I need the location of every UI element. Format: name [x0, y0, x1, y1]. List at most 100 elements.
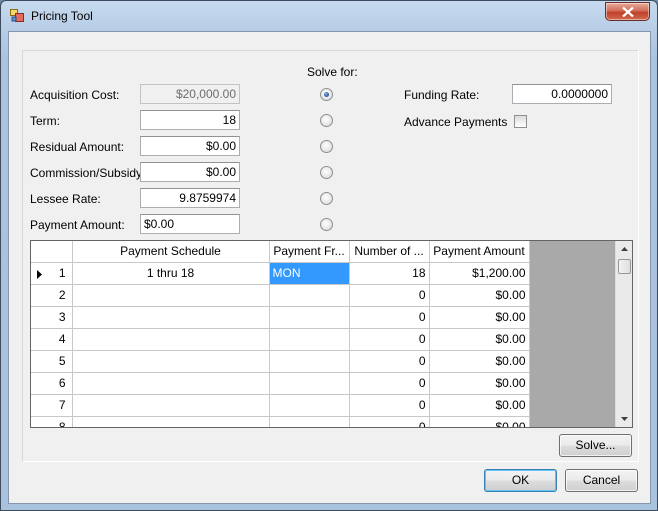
- payment-amount-cell[interactable]: $0.00: [429, 350, 530, 373]
- payment-amount-cell[interactable]: $0.00: [429, 284, 530, 307]
- payment-schedule-cell[interactable]: [72, 350, 270, 373]
- lessee-rate-label: Lessee Rate:: [30, 192, 101, 206]
- cancel-button[interactable]: Cancel: [565, 469, 638, 492]
- scroll-up-arrow-icon: [621, 247, 628, 251]
- column-header-payment-schedule[interactable]: Payment Schedule: [72, 241, 270, 263]
- funding-rate-label: Funding Rate:: [404, 88, 480, 102]
- row-number: 5: [58, 354, 66, 368]
- commission-subsidy-field[interactable]: $0.00: [140, 162, 240, 182]
- scroll-up-button[interactable]: [616, 241, 632, 258]
- pricing-tool-window: Pricing Tool Solve for: Acquisition Cost…: [0, 0, 658, 511]
- row-header[interactable]: 4: [31, 328, 73, 351]
- table-row[interactable]: 1 1 thru 18 MON 18 $1,200.00: [31, 262, 530, 285]
- payment-amount-cell[interactable]: $1,200.00: [429, 262, 530, 285]
- table-row[interactable]: 4 0 $0.00: [31, 328, 530, 351]
- column-header-payment-amount[interactable]: Payment Amount: [429, 241, 530, 263]
- residual-amount-field[interactable]: $0.00: [140, 136, 240, 156]
- number-of-payments-cell[interactable]: 18: [349, 262, 430, 285]
- solve-for-lessee-rate-radio[interactable]: [320, 192, 333, 205]
- row-header[interactable]: 3: [31, 306, 73, 329]
- row-number: 2: [58, 288, 66, 302]
- table-row[interactable]: 5 0 $0.00: [31, 350, 530, 373]
- payment-schedule-grid[interactable]: Payment Schedule Payment Fr... Number of…: [30, 240, 633, 428]
- table-row[interactable]: 2 0 $0.00: [31, 284, 530, 307]
- number-of-payments-cell[interactable]: 0: [349, 394, 430, 417]
- scroll-down-button[interactable]: [616, 410, 632, 427]
- payment-frequency-cell[interactable]: MON: [269, 262, 350, 285]
- number-of-payments-cell[interactable]: 0: [349, 350, 430, 373]
- payment-frequency-cell[interactable]: [269, 350, 350, 373]
- payment-frequency-cell[interactable]: [269, 394, 350, 417]
- row-header[interactable]: 1: [31, 262, 73, 285]
- number-of-payments-cell[interactable]: 0: [349, 284, 430, 307]
- solve-for-residual-amount-radio[interactable]: [320, 140, 333, 153]
- term-label: Term:: [30, 114, 60, 128]
- scroll-down-arrow-icon: [621, 417, 628, 421]
- payment-schedule-cell[interactable]: [72, 372, 270, 395]
- column-header-number-of-payments[interactable]: Number of ...: [349, 241, 430, 263]
- payment-frequency-cell[interactable]: [269, 328, 350, 351]
- payment-amount-label: Payment Amount:: [30, 218, 125, 232]
- payment-frequency-cell[interactable]: [269, 416, 350, 427]
- advance-payments-checkbox[interactable]: [514, 115, 527, 128]
- row-header[interactable]: 6: [31, 372, 73, 395]
- payment-amount-cell[interactable]: $0.00: [429, 394, 530, 417]
- acquisition-cost-label: Acquisition Cost:: [30, 88, 120, 102]
- payment-frequency-cell[interactable]: [269, 306, 350, 329]
- solve-for-acquisition-cost-radio[interactable]: [320, 88, 333, 101]
- current-row-arrow-icon: [37, 269, 42, 279]
- commission-subsidy-label: Commission/Subsidy:: [30, 166, 146, 180]
- lessee-rate-field[interactable]: 9.8759974: [140, 188, 240, 208]
- row-number: 1: [58, 266, 66, 280]
- table-row[interactable]: 6 0 $0.00: [31, 372, 530, 395]
- row-header[interactable]: 5: [31, 350, 73, 373]
- payment-schedule-cell[interactable]: 1 thru 18: [72, 262, 270, 285]
- row-number: 7: [58, 398, 66, 412]
- number-of-payments-cell[interactable]: 0: [349, 372, 430, 395]
- term-field[interactable]: 18: [140, 110, 240, 130]
- window-title: Pricing Tool: [31, 9, 93, 23]
- row-header[interactable]: 7: [31, 394, 73, 417]
- payment-schedule-cell[interactable]: [72, 306, 270, 329]
- payment-schedule-cell[interactable]: [72, 394, 270, 417]
- payment-schedule-cell[interactable]: [72, 416, 270, 427]
- advance-payments-label: Advance Payments: [404, 115, 508, 129]
- row-header-corner[interactable]: [31, 241, 73, 263]
- table-row[interactable]: 3 0 $0.00: [31, 306, 530, 329]
- payment-amount-cell[interactable]: $0.00: [429, 328, 530, 351]
- close-icon: [622, 7, 634, 17]
- payment-amount-cell[interactable]: $0.00: [429, 372, 530, 395]
- solve-for-payment-amount-radio[interactable]: [320, 218, 333, 231]
- table-row[interactable]: 7 0 $0.00: [31, 394, 530, 417]
- funding-rate-field[interactable]: 0.0000000: [512, 84, 612, 104]
- payment-frequency-cell[interactable]: [269, 284, 350, 307]
- row-number: 8: [58, 420, 66, 428]
- row-number: 4: [58, 332, 66, 346]
- payment-schedule-cell[interactable]: [72, 328, 270, 351]
- row-header[interactable]: 2: [31, 284, 73, 307]
- payment-frequency-cell[interactable]: [269, 372, 350, 395]
- close-button[interactable]: [605, 2, 650, 21]
- scroll-thumb[interactable]: [618, 259, 631, 274]
- title-bar[interactable]: Pricing Tool: [1, 1, 657, 31]
- grid-header-row: Payment Schedule Payment Fr... Number of…: [31, 241, 530, 263]
- row-number: 6: [58, 376, 66, 390]
- column-header-payment-frequency[interactable]: Payment Fr...: [269, 241, 350, 263]
- solve-for-commission-subsidy-radio[interactable]: [320, 166, 333, 179]
- payment-amount-cell[interactable]: $0.00: [429, 416, 530, 427]
- grid-vertical-scrollbar[interactable]: [615, 241, 632, 427]
- solve-button[interactable]: Solve...: [559, 434, 632, 457]
- row-header[interactable]: 8: [31, 416, 73, 428]
- ok-button[interactable]: OK: [484, 469, 557, 492]
- solve-for-term-radio[interactable]: [320, 114, 333, 127]
- acquisition-cost-field[interactable]: $20,000.00: [140, 84, 240, 104]
- number-of-payments-cell[interactable]: 0: [349, 306, 430, 329]
- payment-schedule-cell[interactable]: [72, 284, 270, 307]
- number-of-payments-cell[interactable]: 0: [349, 416, 430, 427]
- table-row[interactable]: 8 0 $0.00: [31, 416, 530, 428]
- number-of-payments-cell[interactable]: 0: [349, 328, 430, 351]
- solve-for-label: Solve for:: [307, 65, 358, 79]
- payment-amount-field[interactable]: $0.00: [140, 214, 240, 234]
- app-icon: [10, 9, 24, 22]
- payment-amount-cell[interactable]: $0.00: [429, 306, 530, 329]
